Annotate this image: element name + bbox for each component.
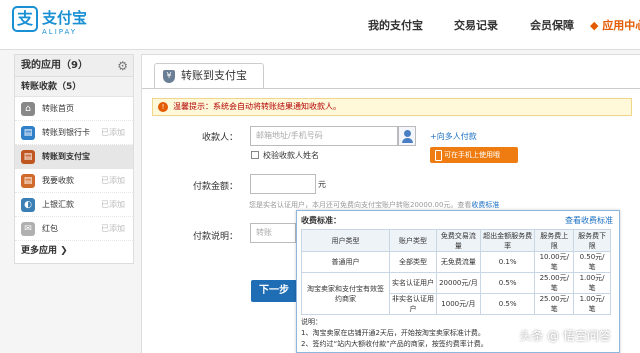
fee-cell: 非实名认证用户 <box>388 293 438 315</box>
note-title: 说明： <box>301 318 322 326</box>
amount-label: 付款金额： <box>192 182 238 192</box>
fee-cell: 0.50元/笔 <box>573 251 611 273</box>
sidebar-header: 我的应用（9） ⚙ <box>15 55 133 77</box>
payee-input[interactable]: 邮箱地址/手机号码 <box>250 126 398 146</box>
fee-header-cell: 服务费上限 <box>534 229 575 252</box>
added-status: 已添加 <box>101 224 125 233</box>
nav-apps[interactable]: ◆ 应用中心 <box>590 17 640 33</box>
notice-text: 温馨提示：系统会自动将转账结果通知收款人。 <box>173 102 341 111</box>
fee-cell: 1.00元/笔 <box>573 293 611 315</box>
tab-transfer-alipay[interactable]: ¥ 转账到支付宝 <box>154 63 264 89</box>
sidebar-item-label: 红包 <box>42 224 58 233</box>
amount-unit: 元 <box>318 180 326 189</box>
sidebar-item[interactable]: ◐ 上银汇款 已添加 <box>15 193 133 217</box>
sidebar-item[interactable]: ▤ 我要收款 已添加 <box>15 169 133 193</box>
fee-popup-title: 收费标准： <box>301 216 341 225</box>
contacts-icon[interactable] <box>398 126 416 146</box>
fee-cell: 0.5% <box>479 272 536 294</box>
note-line: 2、签约过“站内大额收付款”产品的商家，按签约费率计费。 <box>301 340 488 348</box>
fee-standard-link[interactable]: 收费标准 <box>471 201 499 209</box>
app-icon: ▤ <box>21 174 35 188</box>
quota-hint-text: 您是实名认证用户，本月还可免费向支付宝账户转账20000.00元。查看 <box>249 201 472 209</box>
multi-payee-link[interactable]: +向多人付款 <box>430 131 477 142</box>
logo-text: 支付宝 <box>42 9 88 27</box>
sidebar-section[interactable]: 转账收款（5） <box>15 77 133 97</box>
added-status: 已添加 <box>101 200 125 209</box>
fee-header-cell: 免费交易流量 <box>436 229 481 252</box>
mobile-button[interactable]: 可在手机上使用哦 <box>430 147 518 163</box>
fee-cell: 淘宝卖家和支付宝有效签约商家 <box>301 272 390 315</box>
sidebar-items: ⌂ 转账首页 ▤ 转账到银行卡 已添加 ▤ 转账到支付宝 ▤ 我要收款 已添加 ◐ 上银汇款 已添加 ✉ 红… <box>15 97 133 241</box>
fee-cell: 普通用户 <box>301 251 390 273</box>
alipay-logo[interactable]: 支 支付宝 ALIPAY <box>12 6 98 40</box>
sidebar-item-label: 转账首页 <box>42 104 74 113</box>
sidebar: 我的应用（9） ⚙ 转账收款（5） ⌂ 转账首页 ▤ 转账到银行卡 已添加 ▤ 转账到支付宝… <box>14 54 134 264</box>
fee-table-header: 用户类型 账户类型 免费交易流量 超出金额服务费率 服务费上限 服务费下限 <box>301 229 611 252</box>
shield-icon: ¥ <box>163 70 175 83</box>
sidebar-title: 我的应用（9） <box>21 60 88 71</box>
fee-cell: 实名认证用户 <box>388 272 438 294</box>
sidebar-item[interactable]: ⌂ 转账首页 <box>15 97 133 121</box>
app-icon: ▤ <box>21 150 35 164</box>
fee-cell: 无免费流量 <box>436 251 481 273</box>
nav-protection[interactable]: 会员保障 <box>530 17 574 33</box>
top-bar: 支 支付宝 ALIPAY 我的支付宝 交易记录 会员保障 ◆ 应用中心 <box>0 0 640 50</box>
sidebar-item[interactable]: ▤ 转账到银行卡 已添加 <box>15 121 133 145</box>
memo-input[interactable]: 转账 <box>250 223 296 243</box>
fee-cell: 25.00元/笔 <box>534 272 575 294</box>
warning-icon: ! <box>158 102 168 112</box>
fee-notes: 说明： 1、淘宝卖家在店铺开通2天后，开始按淘宝卖家标准计费。 2、签约过“站内… <box>301 317 488 350</box>
notice-bar: ! 温馨提示：系统会自动将转账结果通知收款人。 <box>152 98 632 116</box>
table-row: 淘宝卖家和支付宝有效签约商家 实名认证用户 20000元/月 0.5% 25.00元/笔… <box>301 272 611 315</box>
nav-my-alipay[interactable]: 我的支付宝 <box>368 17 423 33</box>
fee-cell: 全部类型 <box>388 251 438 273</box>
fee-header-cell: 用户类型 <box>301 229 390 252</box>
app-icon: ✉ <box>21 222 35 236</box>
fee-cell: 10.00元/笔 <box>534 251 575 273</box>
fee-header-cell: 超出金额服务费率 <box>479 229 536 252</box>
logo-subtext: ALIPAY <box>42 28 78 36</box>
more-apps-link[interactable]: 更多应用 ❯ <box>15 241 133 261</box>
memo-label: 付款说明： <box>192 232 238 242</box>
tab-label: 转账到支付宝 <box>181 69 247 82</box>
note-line: 1、淘宝卖家在店铺开通2天后，开始按淘宝卖家标准计费。 <box>301 329 485 337</box>
fee-header-cell: 服务费下限 <box>573 229 611 252</box>
fee-cell: 25.00元/笔 <box>534 293 575 315</box>
gear-icon[interactable]: ⚙ <box>117 55 128 77</box>
fee-cell: 1000元/月 <box>436 293 481 315</box>
amount-input[interactable] <box>250 174 316 194</box>
sidebar-item[interactable]: ▤ 转账到支付宝 <box>15 145 133 169</box>
view-fee-link[interactable]: 查看收费标准 <box>565 215 613 226</box>
fee-cell: 20000元/月 <box>436 272 481 294</box>
payee-label: 收款人： <box>201 133 238 143</box>
fee-cell: 0.1% <box>479 251 536 273</box>
verify-name-label: 校验收款人姓名 <box>263 151 319 160</box>
fee-header-cell: 账户类型 <box>388 229 438 252</box>
fee-table-body: 普通用户 全部类型 无免费流量 0.1% 10.00元/笔 0.50元/笔 淘宝卖家和支付宝… <box>301 251 611 315</box>
fee-cell: 0.5% <box>479 293 536 315</box>
fee-popup: 收费标准： 查看收费标准 用户类型 账户类型 免费交易流量 超出金额服务费率 服务费上限… <box>296 210 620 353</box>
alipay-logo-icon: 支 <box>12 6 38 32</box>
sidebar-item-label: 上银汇款 <box>42 200 74 209</box>
app-icon: ⌂ <box>21 102 35 116</box>
sidebar-item[interactable]: ✉ 红包 已添加 <box>15 217 133 241</box>
nav-records[interactable]: 交易记录 <box>454 17 498 33</box>
next-button[interactable]: 下一步 <box>251 280 297 302</box>
sidebar-item-label: 我要收款 <box>42 176 74 185</box>
added-status: 已添加 <box>101 128 125 137</box>
app-icon: ▤ <box>21 126 35 140</box>
verify-name-checkbox[interactable] <box>251 151 259 159</box>
added-status: 已添加 <box>101 176 125 185</box>
fee-cell: 1.00元/笔 <box>573 272 611 294</box>
watermark: 头条 @ 悟空问答 <box>519 329 611 343</box>
tab-divider <box>142 88 640 89</box>
sidebar-item-label: 转账到银行卡 <box>42 128 90 137</box>
fee-table: 用户类型 账户类型 免费交易流量 超出金额服务费率 服务费上限 服务费下限 普通用户 全部类… <box>301 229 611 315</box>
table-row: 普通用户 全部类型 无免费流量 0.1% 10.00元/笔 0.50元/笔 <box>301 251 611 273</box>
quota-hint: 您是实名认证用户，本月还可免费向支付宝账户转账20000.00元。查看收费标准 <box>249 200 499 210</box>
app-icon: ◐ <box>21 198 35 212</box>
sidebar-item-label: 转账到支付宝 <box>42 152 90 161</box>
